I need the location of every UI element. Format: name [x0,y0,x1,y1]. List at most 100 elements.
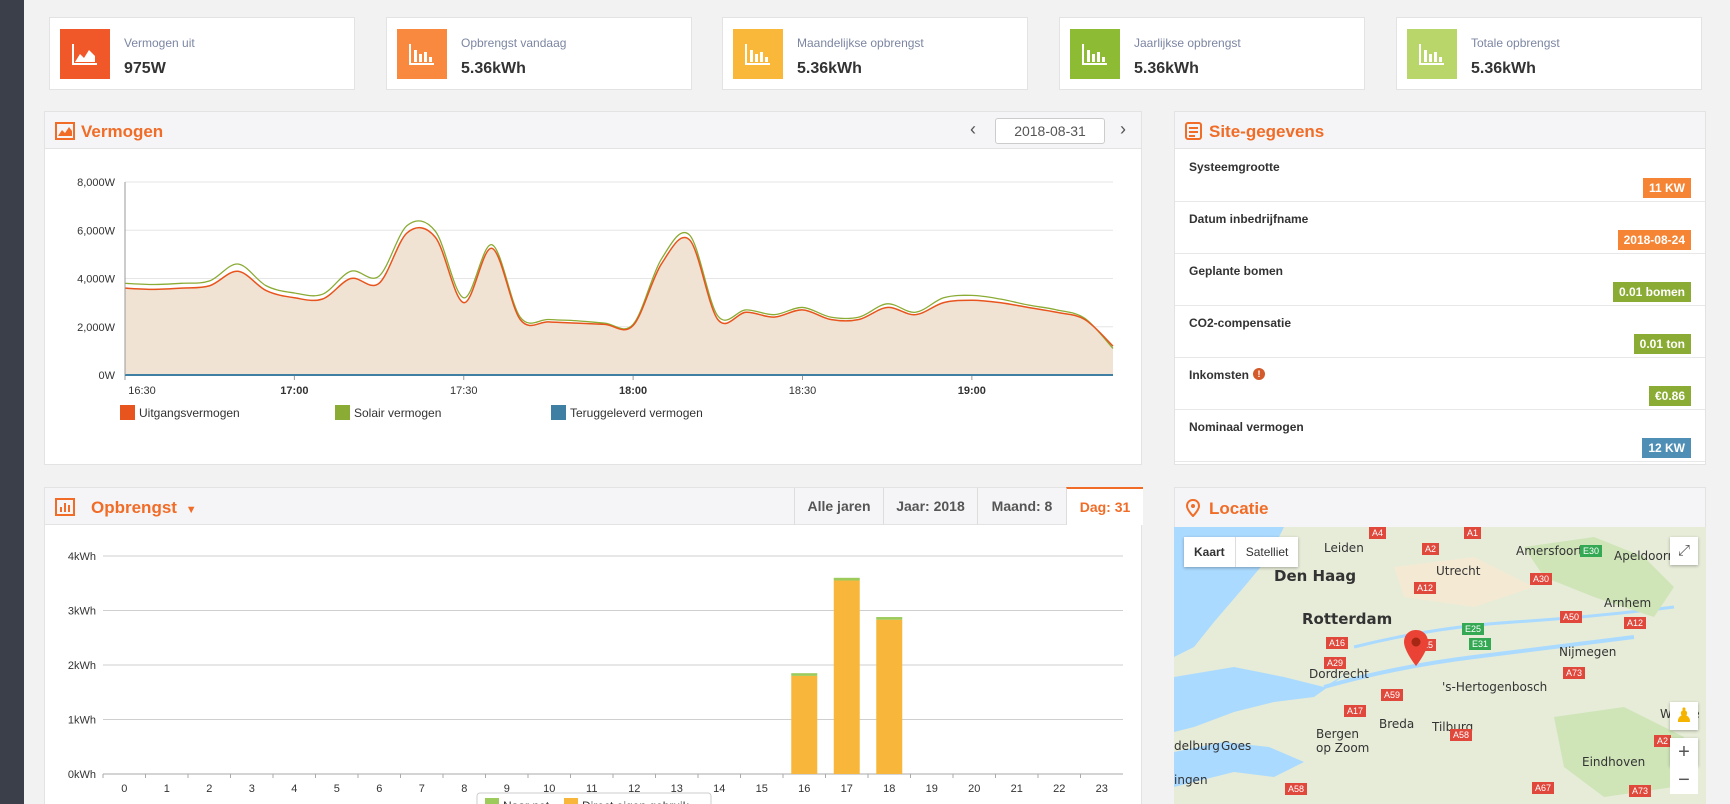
legend-swatch [485,798,499,804]
road-shield: E25 [1462,623,1485,635]
y-tick-label: 0kWh [68,769,96,781]
yield-panel-title: Opbrengst [91,498,177,517]
prev-date-button[interactable]: ‹ [970,120,976,138]
site-row-label: Inkomsten [1189,368,1250,382]
y-tick-label: 4,000W [77,274,116,286]
tab-jaar-2018[interactable]: Jaar: 2018 [883,488,977,525]
map-place-label: ingen [1174,773,1208,787]
info-icon[interactable]: ! [1253,368,1265,380]
yield-dropdown[interactable]: Opbrengst ▼ [91,498,197,518]
stat-value: 5.36kWh [797,60,862,77]
x-tick-label: 5 [334,783,340,795]
x-tick-label: 16:30 [128,385,156,397]
fullscreen-icon[interactable]: ⤢ [1670,537,1698,565]
stat-card-3: Jaarlijkse opbrengst 5.36kWh [1059,17,1365,90]
bar-chart-icon [1070,29,1120,79]
map-place-label: Leiden [1324,541,1364,555]
x-tick-label: 7 [419,783,425,795]
map-place-label: Rotterdam [1302,610,1393,628]
legend-label: Uitgangsvermogen [139,406,240,420]
x-tick-label: 21 [1011,783,1023,795]
document-icon [1185,122,1202,140]
y-tick-label: 4kWh [68,551,96,563]
road-shield: A4 [1369,527,1387,539]
legend-swatch [120,405,135,420]
stat-card-2: Maandelijkse opbrengst 5.36kWh [722,17,1028,90]
legend-label: Naar net [503,799,550,804]
y-tick-label: 6,000W [77,225,116,237]
site-row: Datum inbedrijfname 2018-08-24 [1175,202,1705,254]
road-shield: A12 [1414,582,1437,594]
area-chart-icon [60,29,110,79]
location-panel-header: Locatie [1175,488,1705,528]
power-panel: Vermogen ‹ 2018-08-31 › 0W 2,000W 4,000W 6,… [44,111,1142,465]
road-shield: A67 [1532,782,1555,794]
zoom-in-button[interactable]: + [1670,738,1698,766]
location-panel-title: Locatie [1209,499,1269,518]
x-tick-label: 14 [713,783,725,795]
legend-swatch [564,798,578,804]
yield-panel: Opbrengst ▼ Alle jaren Jaar: 2018 Maand: 8… [44,487,1143,804]
tab-alle-jaren[interactable]: Alle jaren [794,488,883,525]
x-tick-label: 2 [206,783,212,795]
site-panel: Site-gegevens Systeemgrootte 11 KW Datum i… [1174,111,1706,465]
road-shield: A2 [1422,543,1440,555]
tab-dag-31[interactable]: Dag: 31 [1066,487,1143,525]
caret-down-icon: ▼ [185,504,197,516]
date-picker-input[interactable]: 2018-08-31 [995,118,1105,144]
road-shield: A1 [1464,527,1482,539]
stat-label: Maandelijkse opbrengst [797,36,924,50]
stat-value: 5.36kWh [1471,60,1536,77]
map-place-label: Den Haag [1274,567,1357,585]
map-place-label: Arnhem [1604,596,1652,610]
tab-maand-8[interactable]: Maand: 8 [977,488,1066,525]
x-tick-label: 19:00 [958,385,986,397]
site-row-value-badge: 11 KW [1642,178,1691,198]
y-tick-label: 2,000W [77,322,116,334]
site-row: Inkomsten! €0.86 [1175,358,1705,410]
map-place-label: Amersfoort [1516,544,1584,558]
map-place-label: 's-Hertogenbosch [1442,680,1548,694]
stat-label: Vermogen uit [124,36,195,50]
road-shield: E31 [1469,638,1492,650]
road-shield: A73 [1563,667,1586,679]
bar-chart-icon [1407,29,1457,79]
yield-panel-header: Opbrengst ▼ Alle jaren Jaar: 2018 Maand: 8… [45,487,1143,525]
bar-direct-use [876,619,903,774]
road-shield: A17 [1344,705,1367,717]
output-area [125,227,1113,375]
next-date-button[interactable]: › [1120,120,1126,138]
street-view-pegman-icon[interactable]: ♟ [1670,702,1698,730]
stat-card-0: Vermogen uit 975W [49,17,355,90]
zoom-out-button[interactable]: − [1670,766,1698,794]
site-row: Systeemgrootte 11 KW [1175,150,1705,202]
left-sidebar [0,0,24,804]
map-tab-kaart[interactable]: Kaart [1184,537,1235,567]
map-tab-satelliet[interactable]: Satelliet [1234,537,1299,567]
location-map[interactable]: Leiden Den Haag Utrecht Amersfoort Apeldoorn… [1174,527,1706,804]
legend-label: Teruggeleverd vermogen [570,406,703,420]
legend-swatch [335,405,350,420]
y-tick-label: 8,000W [77,177,116,189]
x-tick-label: 1 [164,783,170,795]
site-row-value-badge: 2018-08-24 [1617,230,1691,250]
legend-swatch [551,405,566,420]
bar-to-grid [833,577,860,581]
x-tick-label: 16 [798,783,810,795]
stat-label: Jaarlijkse opbrengst [1134,36,1241,50]
map-place-label: Dordrecht [1309,667,1369,681]
stat-card-1: Opbrengst vandaag 5.36kWh [386,17,692,90]
site-row: CO2-compensatie 0.01 ton [1175,306,1705,358]
x-tick-label: 3 [249,783,255,795]
bar-chart-icon [733,29,783,79]
bar-to-grid [791,673,818,676]
x-tick-label: 18:00 [619,385,647,397]
road-shield: A16 [1326,637,1349,649]
site-row-label: Geplante bomen [1189,264,1284,278]
road-shield: A29 [1324,657,1347,669]
x-tick-label: 17 [841,783,853,795]
stat-label: Totale opbrengst [1471,36,1560,50]
site-panel-title: Site-gegevens [1209,122,1325,141]
road-shield: A2 [1654,735,1672,747]
stat-card-4: Totale opbrengst 5.36kWh [1396,17,1702,90]
